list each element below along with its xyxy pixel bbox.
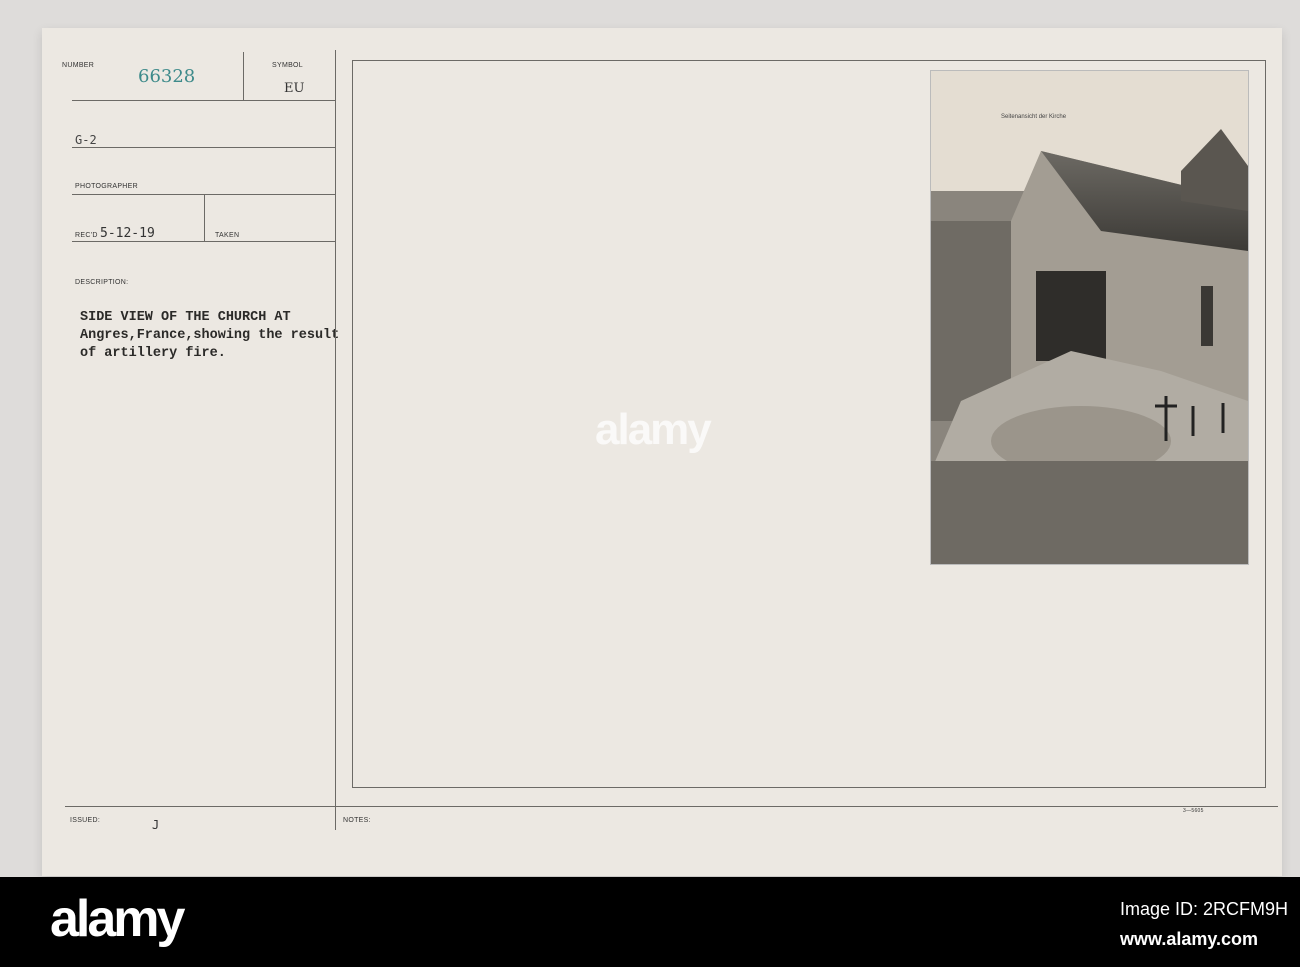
unit-value: G-2	[75, 133, 97, 147]
symbol-label: SYMBOL	[272, 62, 303, 69]
column-divider	[335, 50, 336, 830]
symbol-value: EU	[284, 81, 305, 96]
church-photo: Seitenansicht der Kirche	[930, 70, 1249, 565]
taken-label: TAKEN	[215, 232, 240, 239]
number-label: NUMBER	[62, 62, 95, 69]
recd-date: 5-12-19	[100, 226, 155, 241]
divider	[204, 195, 205, 241]
description-line: of artillery fire.	[80, 346, 226, 361]
image-id: Image ID: 2RCFM9H	[1120, 899, 1289, 919]
divider	[65, 806, 1278, 807]
divider	[72, 241, 335, 242]
watermark-logo: alamy	[595, 405, 712, 454]
divider	[243, 52, 244, 100]
form-number: 3—5605	[1183, 808, 1204, 814]
divider	[72, 147, 335, 148]
issued-label: ISSUED:	[70, 817, 101, 824]
alamy-logo: alamy	[50, 890, 185, 948]
photographer-label: PHOTOGRAPHER	[75, 183, 138, 190]
description-line: SIDE VIEW OF THE CHURCH AT	[80, 310, 291, 325]
description-line: Angres,France,showing the result	[80, 328, 340, 343]
church-ruins-image: Seitenansicht der Kirche	[931, 114, 1248, 564]
watermark-footer: alamy Image ID: 2RCFM9H www.alamy.com	[0, 877, 1300, 967]
recd-label: REC'D	[75, 232, 98, 239]
divider	[72, 100, 335, 101]
photo-caption: Seitenansicht der Kirche	[1001, 114, 1067, 120]
description-label: DESCRIPTION:	[75, 279, 129, 286]
notes-label: NOTES:	[343, 817, 371, 824]
photo-number: 66328	[138, 66, 196, 87]
alamy-url[interactable]: www.alamy.com	[1120, 929, 1258, 950]
issued-value: J	[152, 818, 160, 832]
